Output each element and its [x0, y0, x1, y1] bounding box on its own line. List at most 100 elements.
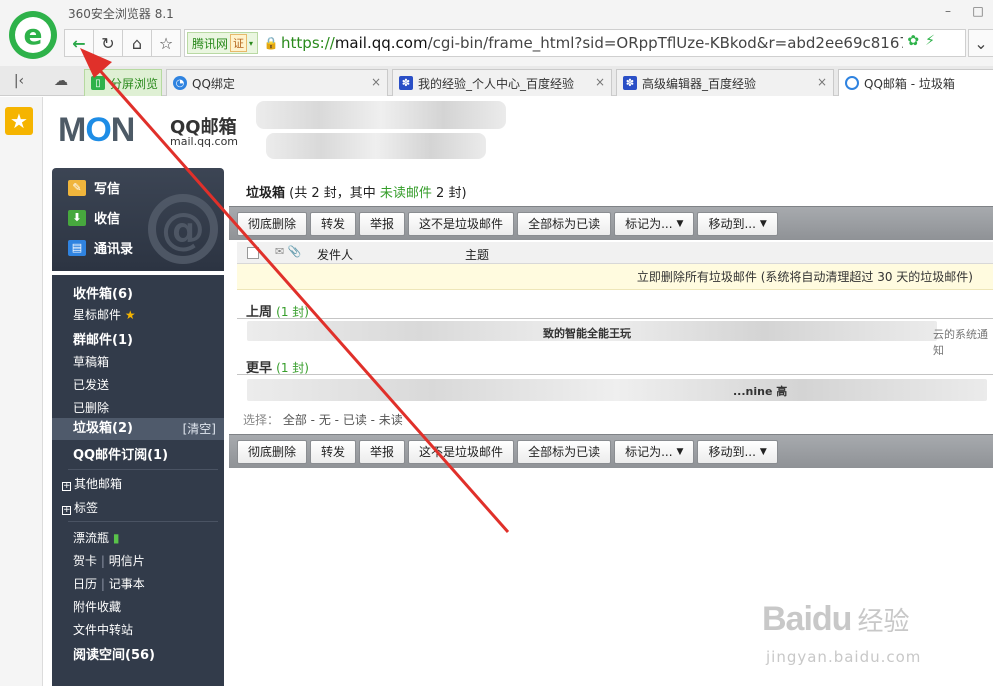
baidu-watermark: Baidu 经验: [762, 600, 909, 639]
postcards-link[interactable]: 明信片: [109, 554, 145, 568]
tab-baidu-personal[interactable]: ✽ 我的经验_个人中心_百度经验 ×: [392, 69, 612, 96]
delete-forever-button[interactable]: 彻底删除: [237, 439, 308, 464]
forward-button[interactable]: 转发: [310, 211, 357, 236]
mark-all-read-button[interactable]: 全部标为已读: [517, 439, 612, 464]
subject-column[interactable]: 主题: [465, 246, 489, 263]
folder-deleted[interactable]: 已删除: [73, 399, 109, 416]
folder-inbox[interactable]: 收件箱(6): [73, 283, 133, 302]
url-path: /cgi-bin/frame_html?sid=ORppTflUze-KBkod…: [427, 34, 919, 52]
select-all-link[interactable]: 全部: [283, 413, 307, 427]
other-mailboxes-toggle[interactable]: + 其他邮箱: [62, 475, 122, 492]
close-tab-icon[interactable]: ×: [371, 75, 381, 89]
unread-link[interactable]: 未读邮件: [380, 186, 432, 201]
mark-as-dropdown[interactable]: 标记为... ▼: [614, 439, 695, 464]
other-mailboxes-label: 其他邮箱: [74, 477, 123, 491]
mail-row[interactable]: ...nine 高: [237, 379, 993, 401]
chevron-down-icon: ▼: [759, 446, 767, 457]
not-spam-button[interactable]: 这不是垃圾邮件: [408, 439, 515, 464]
not-spam-button[interactable]: 这不是垃圾邮件: [408, 211, 515, 236]
mail-row[interactable]: 致的智能全能王玩 云的系统通知: [237, 321, 993, 357]
folder-sent[interactable]: 已发送: [73, 376, 109, 393]
watermark-url: jingyan.baidu.com: [766, 648, 922, 666]
minimize-icon[interactable]: –: [933, 0, 963, 22]
security-shield-icon[interactable]: ✿: [907, 33, 919, 49]
tab-split-view[interactable]: ▯ 分屏浏览: [84, 69, 162, 96]
cloud-icon[interactable]: ☁: [50, 70, 72, 92]
url-text[interactable]: https://mail.qq.com/cgi-bin/frame_html?s…: [281, 34, 918, 52]
reading-space-link[interactable]: 阅读空间(56): [73, 644, 155, 663]
logo-mark-o: O: [85, 111, 111, 149]
360-browser-logo-icon[interactable]: e: [9, 11, 57, 59]
address-bar[interactable]: 腾讯网 证 ▾ 🔒 https://mail.qq.com/cgi-bin/fr…: [184, 29, 966, 57]
select-none-link[interactable]: 无: [319, 413, 331, 427]
tab-label: 我的经验_个人中心_百度经验: [418, 76, 575, 91]
report-button[interactable]: 举报: [359, 439, 406, 464]
favorites-star-icon[interactable]: ★: [5, 107, 33, 135]
maximize-icon[interactable]: □: [963, 0, 993, 22]
attachments-link[interactable]: 附件收藏: [73, 598, 121, 615]
mail-attachment-icon: ✉ 📎: [275, 245, 302, 258]
mark-as-dropdown[interactable]: 标记为... ▼: [614, 211, 695, 236]
divider: [237, 374, 993, 375]
folder-drafts[interactable]: 草稿箱: [73, 353, 109, 370]
delete-forever-button[interactable]: 彻底删除: [237, 211, 308, 236]
column-header: ✉ 📎 发件人 主题: [237, 242, 993, 264]
home-button[interactable]: ⌂: [122, 29, 152, 57]
quick-actions-panel: ✎ 写信 ⬇ 收信 ▤ 通讯录 @: [52, 168, 224, 271]
folder-subscriptions[interactable]: QQ邮件订阅(1): [73, 444, 168, 463]
folder-spam-label: 垃圾箱(2): [73, 421, 133, 436]
file-transfer-link[interactable]: 文件中转站: [73, 621, 133, 638]
browser-favicon-icon: ◔: [173, 76, 187, 90]
folder-group[interactable]: 群邮件(1): [73, 329, 133, 348]
qqmail-logo[interactable]: MON: [58, 111, 135, 150]
cards-link[interactable]: 贺卡: [73, 554, 97, 568]
top-toolbar: 彻底删除 转发 举报 这不是垃圾邮件 全部标为已读 标记为... ▼ 移动到...…: [229, 206, 993, 240]
folder-title-post: 2 封): [431, 186, 467, 201]
mark-all-read-button[interactable]: 全部标为已读: [517, 211, 612, 236]
select-read-link[interactable]: 已读: [343, 413, 367, 427]
compose-button[interactable]: ✎ 写信: [68, 178, 120, 197]
group-count: (1 封): [276, 361, 309, 375]
tab-qqmail-spam[interactable]: QQ邮箱 - 垃圾箱: [838, 69, 993, 96]
contacts-label: 通讯录: [94, 242, 134, 257]
calendar-row: 日历 | 记事本: [73, 575, 145, 592]
watermark-brand2: 经验: [857, 607, 910, 637]
redacted-account-info: [256, 101, 506, 129]
move-to-dropdown[interactable]: 移动到... ▼: [697, 439, 778, 464]
back-button[interactable]: ←: [64, 29, 94, 57]
tags-toggle[interactable]: + 标签: [62, 499, 98, 516]
sender-column[interactable]: 发件人: [317, 246, 353, 263]
purge-notice[interactable]: 立即删除所有垃圾邮件 (系统将自动清理超过 30 天的垃圾邮件): [237, 264, 993, 290]
contacts-button[interactable]: ▤ 通讯录: [68, 238, 133, 257]
expand-plus-icon: +: [62, 481, 71, 491]
window-controls: – □: [933, 0, 993, 22]
speed-mode-icon[interactable]: ⚡: [925, 33, 935, 49]
select-all-checkbox[interactable]: [247, 247, 259, 259]
move-to-dropdown[interactable]: 移动到... ▼: [697, 211, 778, 236]
close-tab-icon[interactable]: ×: [817, 75, 827, 89]
tab-baidu-editor[interactable]: ✽ 高级编辑器_百度经验 ×: [616, 69, 834, 96]
receive-button[interactable]: ⬇ 收信: [68, 208, 120, 227]
calendar-link[interactable]: 日历: [73, 577, 97, 591]
brand-domain: mail.qq.com: [170, 135, 239, 148]
tab-qq-bind[interactable]: ◔ QQ绑定 ×: [166, 69, 388, 96]
close-tab-icon[interactable]: ×: [595, 75, 605, 89]
sidebar-toggle-icon[interactable]: |‹: [8, 70, 30, 92]
bottle-icon: ▮: [112, 531, 120, 545]
drift-bottle-link[interactable]: 漂流瓶 ▮: [73, 529, 119, 546]
tab-label: 分屏浏览: [110, 76, 159, 91]
notes-link[interactable]: 记事本: [109, 577, 145, 591]
separator-bar: |: [100, 577, 105, 591]
bookmark-star-button[interactable]: ☆: [151, 29, 181, 57]
address-dropdown-button[interactable]: ⌄: [968, 29, 993, 57]
select-unread-link[interactable]: 未读: [379, 413, 403, 427]
forward-button[interactable]: 转发: [310, 439, 357, 464]
drift-bottle-label: 漂流瓶: [73, 531, 110, 545]
folder-starred[interactable]: 星标邮件 ★: [73, 306, 136, 323]
clear-spam-link[interactable]: [清空]: [183, 418, 216, 440]
folder-spam[interactable]: 垃圾箱(2) [清空]: [52, 418, 224, 440]
site-identity-badge[interactable]: 腾讯网 证 ▾: [187, 32, 259, 54]
report-button[interactable]: 举报: [359, 211, 406, 236]
refresh-button[interactable]: ↻: [93, 29, 123, 57]
url-host: mail.qq.com: [334, 34, 428, 52]
